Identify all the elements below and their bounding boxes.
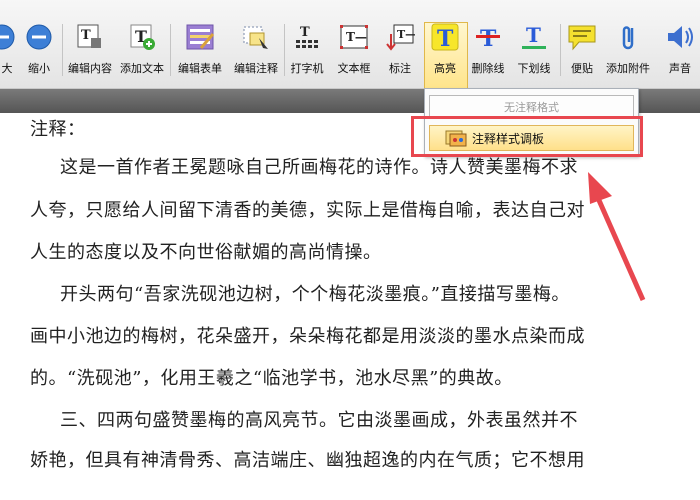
- red-arrow-annotation: [588, 172, 646, 302]
